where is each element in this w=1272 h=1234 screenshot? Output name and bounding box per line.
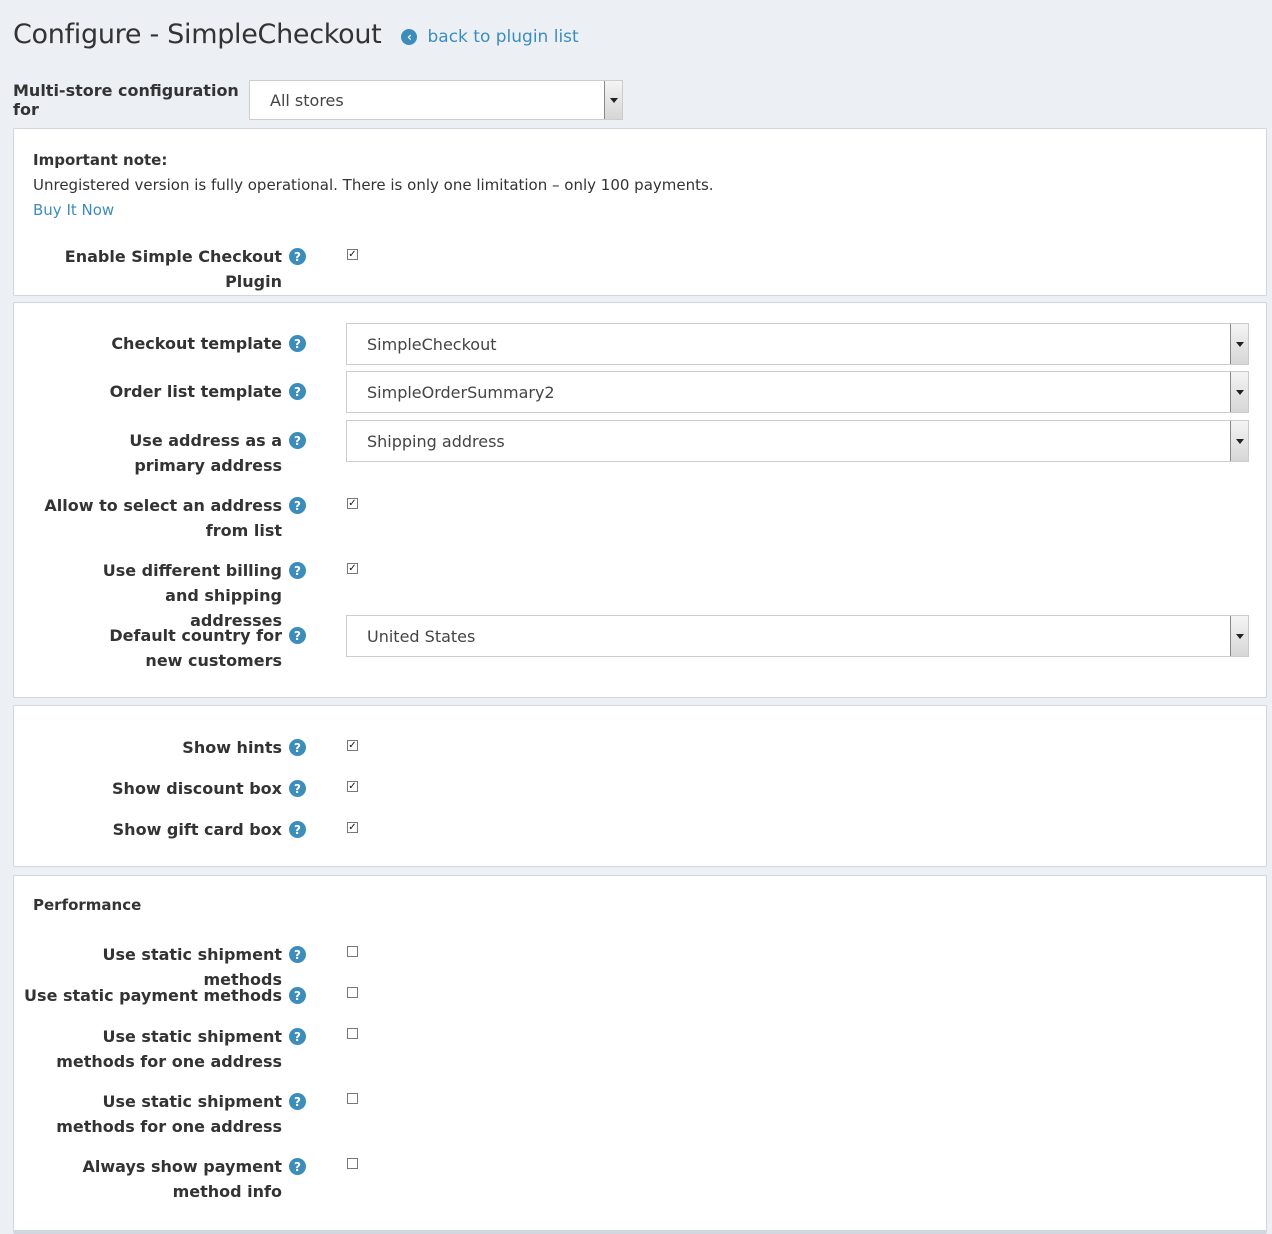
select-address-checkbox[interactable]: ✓ — [347, 498, 358, 509]
panel-general: Important note: Unregistered version is … — [13, 128, 1267, 296]
panel-bottom-border — [14, 1230, 1266, 1234]
static-shipment-one-2-label: Use static shipment methods for one addr… — [56, 1092, 282, 1136]
default-country-select[interactable]: United States — [346, 615, 1249, 657]
checkout-template-value: SimpleCheckout — [367, 334, 497, 354]
multistore-config: Multi-store configuration for All stores — [13, 79, 623, 121]
help-icon[interactable]: ? — [289, 1093, 306, 1110]
chevron-down-icon[interactable] — [1230, 372, 1248, 412]
page-header: Configure - SimpleCheckout ‹ back to plu… — [13, 12, 579, 56]
static-shipment-one-2-checkbox[interactable] — [347, 1093, 358, 1104]
show-giftcard-label: Show gift card box — [112, 820, 282, 839]
important-note-title: Important note: — [33, 151, 168, 169]
panel-display: Show hints ? ✓ Show discount box ? ✓ Sho… — [13, 705, 1267, 867]
default-country-label: Default country for new customers — [109, 626, 282, 670]
different-addresses-checkbox[interactable]: ✓ — [347, 563, 358, 574]
panel-performance: Performance Use static shipment methods … — [13, 875, 1267, 1234]
static-shipment-one-label: Use static shipment methods for one addr… — [56, 1027, 282, 1071]
buy-it-now-link[interactable]: Buy It Now — [33, 201, 114, 219]
help-icon[interactable]: ? — [289, 248, 306, 265]
help-icon[interactable]: ? — [289, 335, 306, 352]
help-icon[interactable]: ? — [289, 1028, 306, 1045]
always-payment-info-checkbox[interactable] — [347, 1158, 358, 1169]
chevron-down-icon[interactable] — [1230, 324, 1248, 364]
static-shipment-checkbox[interactable] — [347, 946, 358, 957]
help-icon[interactable]: ? — [289, 780, 306, 797]
show-discount-label: Show discount box — [112, 779, 282, 798]
show-discount-checkbox[interactable]: ✓ — [347, 781, 358, 792]
help-icon[interactable]: ? — [289, 987, 306, 1004]
store-select-value: All stores — [270, 90, 344, 110]
primary-address-label: Use address as a primary address — [129, 431, 282, 475]
always-payment-info-label: Always show payment method info — [82, 1157, 282, 1201]
checkout-template-label: Checkout template — [111, 334, 282, 353]
primary-address-value: Shipping address — [367, 431, 505, 451]
panel-templates: Checkout template ? SimpleCheckout Order… — [13, 302, 1267, 698]
help-icon[interactable]: ? — [289, 739, 306, 756]
order-list-template-value: SimpleOrderSummary2 — [367, 382, 555, 402]
performance-title: Performance — [33, 896, 142, 914]
static-shipment-one-checkbox[interactable] — [347, 1028, 358, 1039]
default-country-value: United States — [367, 626, 476, 646]
static-payment-label: Use static payment methods — [24, 986, 282, 1005]
enable-plugin-checkbox[interactable]: ✓ — [347, 249, 358, 260]
help-icon[interactable]: ? — [289, 627, 306, 644]
show-hints-label: Show hints — [182, 738, 282, 757]
help-icon[interactable]: ? — [289, 432, 306, 449]
help-icon[interactable]: ? — [289, 1158, 306, 1175]
different-addresses-label: Use different billing and shipping addre… — [102, 561, 282, 630]
enable-plugin-label: Enable Simple Checkout Plugin — [64, 247, 282, 291]
order-list-template-label: Order list template — [109, 382, 282, 401]
chevron-down-icon[interactable] — [1230, 421, 1248, 461]
help-icon[interactable]: ? — [289, 562, 306, 579]
chevron-down-icon[interactable] — [1230, 616, 1248, 656]
help-icon[interactable]: ? — [289, 497, 306, 514]
order-list-template-select[interactable]: SimpleOrderSummary2 — [346, 371, 1249, 413]
primary-address-select[interactable]: Shipping address — [346, 420, 1249, 462]
static-payment-checkbox[interactable] — [347, 987, 358, 998]
checkout-template-select[interactable]: SimpleCheckout — [346, 323, 1249, 365]
show-giftcard-checkbox[interactable]: ✓ — [347, 822, 358, 833]
help-icon[interactable]: ? — [289, 383, 306, 400]
store-select[interactable]: All stores — [249, 80, 623, 120]
help-icon[interactable]: ? — [289, 821, 306, 838]
select-address-label: Allow to select an address from list — [44, 496, 282, 540]
show-hints-checkbox[interactable]: ✓ — [347, 740, 358, 751]
important-note-text: Unregistered version is fully operationa… — [33, 176, 714, 194]
back-to-plugin-list-link[interactable]: ‹ back to plugin list — [401, 27, 579, 47]
help-icon[interactable]: ? — [289, 946, 306, 963]
back-link-label: back to plugin list — [427, 27, 579, 47]
arrow-circle-left-icon: ‹ — [401, 29, 418, 45]
page-title: Configure - SimpleCheckout — [13, 18, 382, 50]
multistore-label: Multi-store configuration for — [13, 81, 239, 119]
chevron-down-icon[interactable] — [604, 81, 622, 119]
